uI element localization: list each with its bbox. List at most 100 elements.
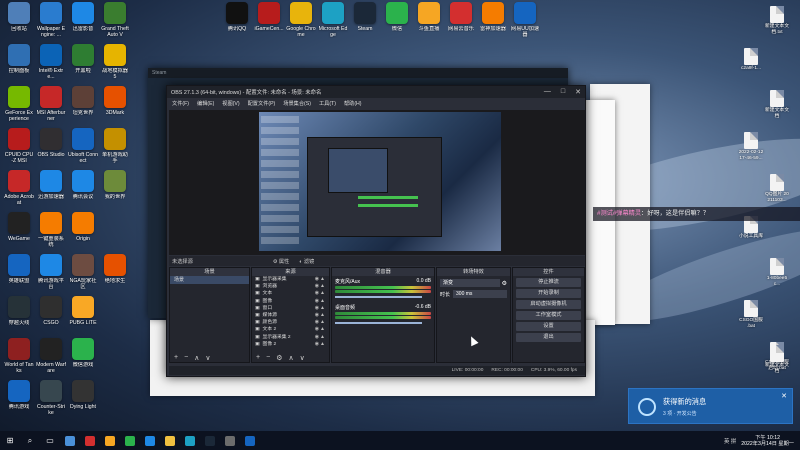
- filters-button[interactable]: ◐ 滤镜: [299, 258, 314, 265]
- desktop-icon[interactable]: CPUID CPU-Z MSI: [4, 128, 34, 168]
- obs-menu-item[interactable]: 文件(F): [172, 100, 189, 107]
- desktop-icon[interactable]: 开黑啦: [68, 44, 98, 84]
- desktop-icon[interactable]: 穿越火线: [4, 296, 34, 336]
- source-item[interactable]: ▣ 文本 2 ◉▲: [252, 326, 329, 333]
- desktop-icon[interactable]: WeGame: [4, 212, 34, 252]
- desktop-icon[interactable]: 单机游戏助手: [100, 128, 130, 168]
- source-item[interactable]: ▣ 图像 2 ◉▲: [252, 341, 329, 348]
- obs-menu-item[interactable]: 帮助(H): [344, 100, 362, 107]
- desktop-icon[interactable]: 网易云音乐: [446, 2, 476, 42]
- source-item[interactable]: ▣ 显示器采集 2 ◉▲: [252, 334, 329, 341]
- source-item[interactable]: ▣ 浏览器 ◉▲: [252, 283, 329, 290]
- edge-taskbar-icon[interactable]: [180, 431, 200, 450]
- source-item[interactable]: ▣ 图像 ◉▲: [252, 298, 329, 305]
- search-icon[interactable]: ⌕: [20, 431, 40, 450]
- steam-taskbar-icon[interactable]: [200, 431, 220, 450]
- desktop-file[interactable]: c2a9f-1...: [738, 48, 764, 72]
- chrome-taskbar-icon[interactable]: [60, 431, 80, 450]
- desktop-icon[interactable]: 迅雷影音: [68, 2, 98, 42]
- source-item[interactable]: ▣ 显示器采集 ◉▲: [252, 276, 329, 283]
- desktop-icon[interactable]: MSI Afterburner: [36, 86, 66, 126]
- control-button[interactable]: 停止推流: [516, 278, 581, 287]
- remove-icon[interactable]: −: [266, 354, 270, 361]
- obs-window[interactable]: OBS 27.1.3 (64-bit, windows) - 配置文件: 未命名…: [166, 85, 586, 377]
- desktop-icon[interactable]: 回收站: [4, 2, 34, 42]
- control-button[interactable]: 启动虚拟摄像机: [516, 300, 581, 309]
- desktop-file[interactable]: CSGO国服 .bat: [738, 300, 764, 330]
- desktop-icon[interactable]: World of Tanks: [4, 338, 34, 378]
- obs-preview[interactable]: [169, 110, 585, 255]
- netease-music-taskbar-icon[interactable]: [80, 431, 100, 450]
- desktop-icon[interactable]: 绝地求生: [100, 254, 130, 294]
- desktop-file[interactable]: 新建文本文档.txt: [764, 6, 790, 36]
- down-icon[interactable]: ∨: [205, 354, 210, 362]
- visibility-lock-icons[interactable]: ◉▲: [315, 298, 326, 305]
- visibility-lock-icons[interactable]: ◉▲: [315, 283, 326, 290]
- desktop-file[interactable]: 新建文本文档: [764, 90, 790, 120]
- source-item[interactable]: ▣ 颜色源 ◉▲: [252, 319, 329, 326]
- up-icon[interactable]: ∧: [288, 354, 293, 362]
- add-icon[interactable]: +: [256, 354, 260, 361]
- desktop-icon[interactable]: 我的世界: [100, 170, 130, 210]
- desktop-icon[interactable]: GeForce Experience: [4, 86, 34, 126]
- desktop-file[interactable]: 新建文本文档: [764, 345, 790, 375]
- control-button[interactable]: 设置: [516, 322, 581, 331]
- desktop-icon[interactable]: Adobe Acrobat: [4, 170, 34, 210]
- obs-menu-item[interactable]: 场景集合(S): [283, 100, 311, 107]
- desktop-icon[interactable]: 雷神加速器: [478, 2, 508, 42]
- volume-slider[interactable]: [335, 322, 422, 324]
- duration-input[interactable]: 300 ms: [453, 290, 507, 298]
- desktop-icon[interactable]: 战地模拟器 5: [100, 44, 130, 84]
- qq-taskbar-icon[interactable]: [140, 431, 160, 450]
- desktop-file[interactable]: 1-80bee5c...: [764, 258, 790, 288]
- properties-button[interactable]: ⚙ 属性: [273, 258, 289, 265]
- desktop-icon[interactable]: Dying Light: [68, 380, 98, 420]
- obs-taskbar-icon[interactable]: [220, 431, 240, 450]
- source-item[interactable]: ▣ 窗口 ◉▲: [252, 305, 329, 312]
- visibility-lock-icons[interactable]: ◉▲: [315, 334, 326, 341]
- source-item[interactable]: ▣ 文本 ◉▲: [252, 290, 329, 297]
- down-icon[interactable]: ∨: [300, 354, 305, 362]
- desktop-icon[interactable]: Wallpaper Engine: ...: [36, 2, 66, 42]
- notification-toast[interactable]: 获得新的消息 3 项 · 开发公告 ✕: [628, 388, 793, 424]
- source-item[interactable]: ▣ 媒体源 ◉▲: [252, 312, 329, 319]
- desktop-icon[interactable]: Ubisoft Connect: [68, 128, 98, 168]
- desktop-icon[interactable]: Grand Theft Auto V: [100, 2, 130, 42]
- obs-menu-item[interactable]: 配置文件(P): [248, 100, 276, 107]
- explorer-taskbar-icon[interactable]: [160, 431, 180, 450]
- minimize-icon[interactable]: —: [544, 88, 551, 96]
- desktop-icon[interactable]: 腾讯QQ: [222, 2, 252, 42]
- desktop-icon[interactable]: iGameCen...: [254, 2, 284, 42]
- control-button[interactable]: 开始录制: [516, 289, 581, 298]
- wechat-taskbar-icon[interactable]: [120, 431, 140, 450]
- desktop-icon[interactable]: CSGO: [36, 296, 66, 336]
- desktop-icon[interactable]: 控制面板: [4, 44, 34, 84]
- desktop-icon[interactable]: 迅游加速器: [36, 170, 66, 210]
- desktop-file[interactable]: QQ图片 20211103...: [764, 174, 790, 204]
- visibility-lock-icons[interactable]: ◉▲: [315, 305, 326, 312]
- uu-taskbar-icon[interactable]: [240, 431, 260, 450]
- desktop-icon[interactable]: 网易UU加速器: [510, 2, 540, 42]
- desktop-icon[interactable]: Intel® Extre...: [36, 44, 66, 84]
- transition-select[interactable]: 渐变: [440, 279, 500, 287]
- desktop-icon[interactable]: Google Chrome: [286, 2, 316, 42]
- visibility-lock-icons[interactable]: ◉▲: [315, 319, 326, 326]
- desktop-icon[interactable]: PUBG LITE: [68, 296, 98, 336]
- visibility-lock-icons[interactable]: ◉▲: [315, 341, 326, 348]
- visibility-lock-icons[interactable]: ◉▲: [315, 290, 326, 297]
- desktop-icon[interactable]: 一键重装系统: [36, 212, 66, 252]
- desktop-icon[interactable]: Modern Warfare: [36, 338, 66, 378]
- obs-titlebar[interactable]: OBS 27.1.3 (64-bit, windows) - 配置文件: 未命名…: [167, 86, 585, 98]
- desktop-icon[interactable]: 3DMark: [100, 86, 130, 126]
- windows-start-icon[interactable]: ⊞: [0, 431, 20, 450]
- desktop-icon[interactable]: 坦克世界: [68, 86, 98, 126]
- desktop-icon[interactable]: Microsoft Edge: [318, 2, 348, 42]
- control-button[interactable]: 工作室模式: [516, 311, 581, 320]
- desktop-icon[interactable]: Origin: [68, 212, 98, 252]
- host-window-titlebar[interactable]: Steam: [148, 68, 568, 78]
- desktop-file[interactable]: 2022-02-12 17-46-59...: [738, 132, 764, 162]
- add-icon[interactable]: +: [174, 354, 178, 361]
- desktop-icon[interactable]: 斗鱼直播: [414, 2, 444, 42]
- obs-menu-item[interactable]: 视图(V): [222, 100, 239, 107]
- remove-icon[interactable]: −: [184, 354, 188, 361]
